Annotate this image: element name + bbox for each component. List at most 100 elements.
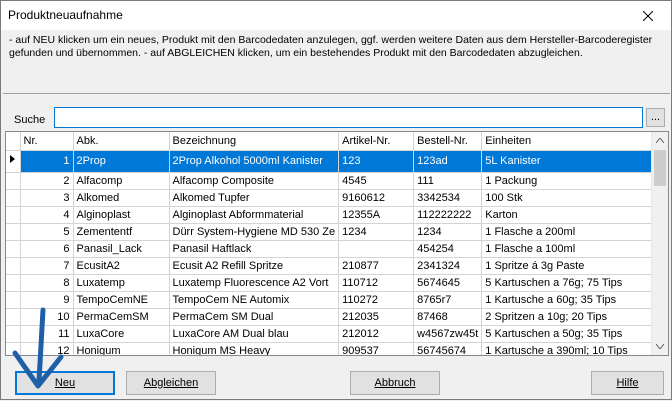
table-cell[interactable]: 10 [20, 308, 74, 326]
table-row[interactable]: 10 PermaCemSM PermaCem SM Dual 212035 87468 2… [6, 308, 666, 326]
table-cell[interactable]: Alfacomp [73, 172, 170, 190]
table-cell[interactable]: 110712 [338, 274, 415, 292]
row-indicator[interactable] [6, 308, 21, 326]
table-cell[interactable]: 11 [20, 325, 74, 343]
table-cell[interactable]: 210877 [338, 257, 415, 275]
row-indicator[interactable] [6, 325, 21, 343]
scroll-down-button[interactable] [652, 338, 668, 355]
table-cell[interactable]: 5 [20, 223, 74, 241]
table-cell[interactable]: 112222222 [413, 206, 483, 224]
table-cell[interactable]: 2 Spritzen a 10g; 20 Tips [481, 308, 666, 326]
table-cell[interactable]: 5 Kartuschen a 76g; 75 Tips [481, 274, 666, 292]
table-cell[interactable]: 212012 [338, 325, 415, 343]
table-cell[interactable]: Panasil_Lack [73, 240, 170, 258]
browse-button[interactable]: ... [646, 108, 665, 127]
column-header[interactable]: Bezeichnung [169, 132, 340, 151]
cancel-button[interactable]: Abbruch [350, 371, 440, 395]
table-cell[interactable]: 110272 [338, 291, 415, 309]
table-cell[interactable]: Alfacomp Composite [169, 172, 340, 190]
table-cell[interactable]: 12355A [338, 206, 415, 224]
table-cell[interactable]: 5674645 [413, 274, 483, 292]
table-cell[interactable]: Luxatemp [73, 274, 170, 292]
table-cell[interactable]: Alginoplast Abformmaterial [169, 206, 340, 224]
help-button[interactable]: Hilfe [591, 371, 664, 395]
table-cell[interactable]: LuxaCore [73, 325, 170, 343]
new-button[interactable]: Neu [15, 371, 115, 395]
table-row[interactable]: 5 Zemententf Dürr System-Hygiene MD 530 Ze… [6, 223, 666, 241]
table-cell[interactable]: 212035 [338, 308, 415, 326]
table-row[interactable]: 8 Luxatemp Luxatemp Fluorescence A2 Vort 11… [6, 274, 666, 292]
table-cell[interactable]: Alkomed Tupfer [169, 189, 340, 207]
table-cell[interactable]: Luxatemp Fluorescence A2 Vort [169, 274, 340, 292]
table-cell[interactable]: 2Prop [73, 150, 170, 173]
row-indicator[interactable] [6, 240, 21, 258]
table-cell[interactable]: PermaCem SM Dual [169, 308, 340, 326]
row-indicator[interactable] [6, 150, 21, 173]
table-cell[interactable]: 3342534 [413, 189, 483, 207]
table-cell[interactable]: 5 Kartuschen a 50g; 35 Tips [481, 325, 666, 343]
column-header[interactable]: Bestell-Nr. [413, 132, 483, 151]
table-cell[interactable]: 1 Kartusche a 390ml; 10 Tips [481, 342, 666, 355]
close-button[interactable] [625, 1, 671, 30]
table-cell[interactable]: Honigum [73, 342, 170, 355]
table-cell[interactable]: 3 [20, 189, 74, 207]
table-cell[interactable]: 123ad [413, 150, 483, 173]
table-cell[interactable]: LuxaCore AM Dual blau [169, 325, 340, 343]
table-cell[interactable]: 1 Flasche a 100ml [481, 240, 666, 258]
table-cell[interactable]: 87468 [413, 308, 483, 326]
table-cell[interactable]: 8765r7 [413, 291, 483, 309]
column-header[interactable]: Einheiten [481, 132, 666, 151]
table-cell[interactable]: 56745674 [413, 342, 483, 355]
table-cell[interactable]: 1234 [413, 223, 483, 241]
table-cell[interactable]: 6 [20, 240, 74, 258]
table-cell[interactable]: TempoCemNE [73, 291, 170, 309]
column-header[interactable]: Abk. [73, 132, 170, 151]
table-cell[interactable]: Panasil Haftlack [169, 240, 340, 258]
table-cell[interactable]: 8 [20, 274, 74, 292]
table-cell[interactable]: Honigum MS Heavy [169, 342, 340, 355]
table-cell[interactable]: 9160612 [338, 189, 415, 207]
table-cell[interactable]: 123 [338, 150, 415, 173]
table-row[interactable]: 1 2Prop 2Prop Alkohol 5000ml Kanister 123 12… [6, 150, 666, 173]
table-cell[interactable]: Karton [481, 206, 666, 224]
table-cell[interactable]: EcusitA2 [73, 257, 170, 275]
table-cell[interactable]: 4545 [338, 172, 415, 190]
table-cell[interactable]: 9 [20, 291, 74, 309]
table-cell[interactable]: 111 [413, 172, 483, 190]
product-grid[interactable]: Nr. Abk. Bezeichnung Artikel-Nr. Bestell… [5, 131, 669, 356]
table-cell[interactable]: w4567zw45t [413, 325, 483, 343]
table-cell[interactable]: 12 [20, 342, 74, 355]
row-indicator[interactable] [6, 206, 21, 224]
row-indicator[interactable] [6, 223, 21, 241]
row-indicator[interactable] [6, 257, 21, 275]
table-row[interactable]: 9 TempoCemNE TempoCem NE Automix 110272 8765… [6, 291, 666, 309]
table-row[interactable]: 11 LuxaCore LuxaCore AM Dual blau 212012 w45… [6, 325, 666, 343]
row-indicator[interactable] [6, 172, 21, 190]
search-input[interactable] [54, 107, 643, 128]
table-cell[interactable]: 1234 [338, 223, 415, 241]
table-row[interactable]: 6 Panasil_Lack Panasil Haftlack 454254 1 Fla… [6, 240, 666, 258]
table-cell[interactable]: 1 Kartusche a 60g; 35 Tips [481, 291, 666, 309]
table-cell[interactable]: 5L Kanister [481, 150, 666, 173]
table-cell[interactable]: Zemententf [73, 223, 170, 241]
table-row[interactable]: 12 Honigum Honigum MS Heavy 909537 56745674 1… [6, 342, 666, 355]
table-cell[interactable]: Alginoplast [73, 206, 170, 224]
row-indicator[interactable] [6, 291, 21, 309]
table-cell[interactable]: 2 [20, 172, 74, 190]
table-row[interactable]: 3 Alkomed Alkomed Tupfer 9160612 3342534 100 … [6, 189, 666, 207]
scroll-up-button[interactable] [652, 132, 668, 149]
row-indicator[interactable] [6, 189, 21, 207]
table-cell[interactable]: Dürr System-Hygiene MD 530 Ze [169, 223, 340, 241]
table-row[interactable]: 4 Alginoplast Alginoplast Abformmaterial 12… [6, 206, 666, 224]
table-cell[interactable]: 1 Flasche a 200ml [481, 223, 666, 241]
table-cell[interactable]: 4 [20, 206, 74, 224]
table-cell[interactable]: 2Prop Alkohol 5000ml Kanister [169, 150, 340, 173]
table-cell[interactable]: PermaCemSM [73, 308, 170, 326]
table-cell[interactable]: 1 [20, 150, 74, 173]
table-cell[interactable]: 100 Stk [481, 189, 666, 207]
table-cell[interactable]: TempoCem NE Automix [169, 291, 340, 309]
table-cell[interactable]: 1 Packung [481, 172, 666, 190]
table-cell[interactable]: 2341324 [413, 257, 483, 275]
row-indicator[interactable] [6, 342, 21, 355]
vertical-scrollbar[interactable] [651, 132, 668, 355]
